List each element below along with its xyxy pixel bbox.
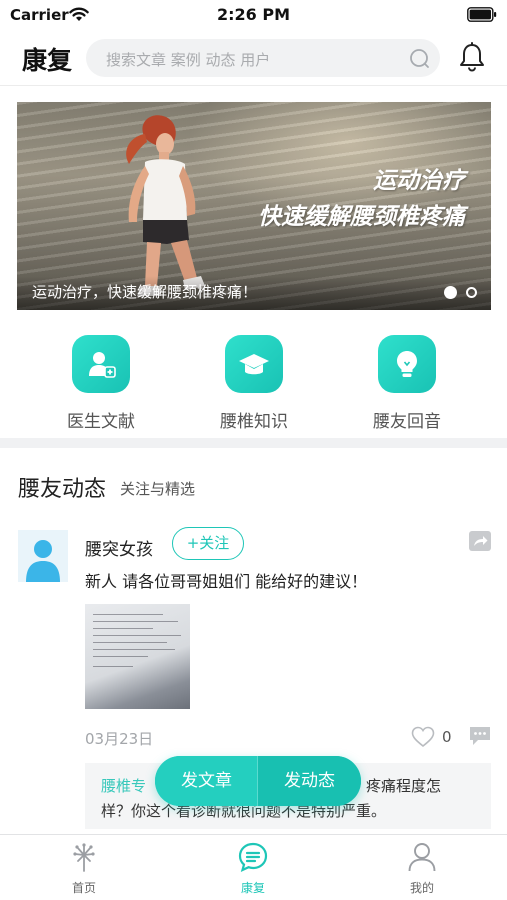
chat-list-icon [238, 842, 268, 873]
graduation-cap-icon [225, 335, 283, 393]
post-date: 03月23日 [85, 730, 154, 748]
notification-bell-icon[interactable] [458, 42, 486, 72]
post-text: 新人 请各位哥哥姐姐们 能给好的建议！ [85, 572, 368, 591]
doc-line [93, 642, 167, 643]
quick-entry-row: 医生文献 腰椎知识 腰友回音 [0, 335, 507, 435]
home-dandelion-icon [73, 843, 95, 872]
carousel-dot-active[interactable] [444, 286, 457, 299]
promo-banner[interactable]: 运动治疗 快速缓解腰颈椎疼痛 运动治疗，快速缓解腰颈椎疼痛！ [17, 102, 491, 310]
section-title: 腰友动态 [18, 477, 107, 502]
search-input[interactable]: 搜索文章 案例 动态 用户 [86, 39, 440, 77]
doctor-icon [72, 335, 130, 393]
doc-line [93, 614, 163, 615]
doc-line [93, 666, 133, 667]
search-placeholder: 搜索文章 案例 动态 用户 [106, 51, 271, 69]
comment-text-tail: 疼痛程度怎 [366, 777, 442, 795]
doc-line [93, 656, 148, 657]
quick-entry-lumbar-knowledge[interactable]: 腰椎知识 [199, 335, 309, 432]
battery-icon [467, 7, 497, 22]
comment-icon[interactable] [468, 725, 492, 747]
doc-line [93, 621, 178, 622]
banner-headline-line2: 快速缓解腰颈椎疼痛 [258, 203, 465, 230]
post-article-button[interactable]: 发文章 [155, 756, 258, 806]
banner-headline: 运动治疗 快速缓解腰颈椎疼痛 [258, 164, 465, 235]
quick-entry-label: 腰友回音 [373, 412, 441, 432]
like-count: 0 [442, 728, 452, 746]
share-icon[interactable] [468, 530, 492, 552]
tab-label: 我的 [409, 881, 434, 895]
carousel-dot[interactable] [466, 287, 477, 298]
quick-entry-label: 腰椎知识 [220, 412, 288, 432]
follow-button[interactable]: +关注 [172, 527, 244, 560]
status-bar: Carrier 2:26 PM [0, 0, 507, 30]
doc-line [93, 649, 175, 650]
floating-action-bar: 发文章 发动态 [155, 756, 361, 806]
section-divider [0, 438, 507, 448]
doc-line [93, 628, 153, 629]
tab-profile[interactable]: 我的 [372, 841, 472, 896]
default-avatar-icon [26, 540, 60, 582]
banner-headline-line1: 运动治疗 [373, 168, 465, 194]
lightbulb-icon [378, 335, 436, 393]
tab-label: 康复 [240, 881, 265, 895]
top-header: 康复 搜索文章 案例 动态 用户 [0, 30, 507, 86]
post-photo-document[interactable] [85, 604, 190, 709]
search-icon[interactable] [408, 47, 430, 69]
quick-entry-patient-echo[interactable]: 腰友回音 [352, 335, 462, 432]
tab-label: 首页 [71, 881, 96, 895]
avatar[interactable] [18, 530, 68, 582]
post-author-name[interactable]: 腰突女孩 [85, 535, 153, 560]
banner-caption: 运动治疗，快速缓解腰颈椎疼痛！ [32, 283, 258, 301]
tab-rehab[interactable]: 康复 [203, 841, 303, 896]
quick-entry-label: 医生文献 [67, 412, 135, 432]
quick-entry-doctor-literature[interactable]: 医生文献 [46, 335, 156, 432]
page-title: 康复 [22, 46, 73, 75]
status-time: 2:26 PM [216, 5, 290, 24]
bottom-tab-bar: 首页 康复 我的 [0, 834, 507, 900]
section-subtitle[interactable]: 关注与精选 [120, 478, 195, 499]
profile-icon [408, 843, 436, 872]
comment-author[interactable]: 腰椎专 [101, 775, 146, 796]
post-status-button[interactable]: 发动态 [258, 756, 361, 806]
doc-line [93, 635, 181, 636]
tab-home[interactable]: 首页 [34, 841, 134, 896]
heart-icon[interactable] [411, 726, 435, 748]
